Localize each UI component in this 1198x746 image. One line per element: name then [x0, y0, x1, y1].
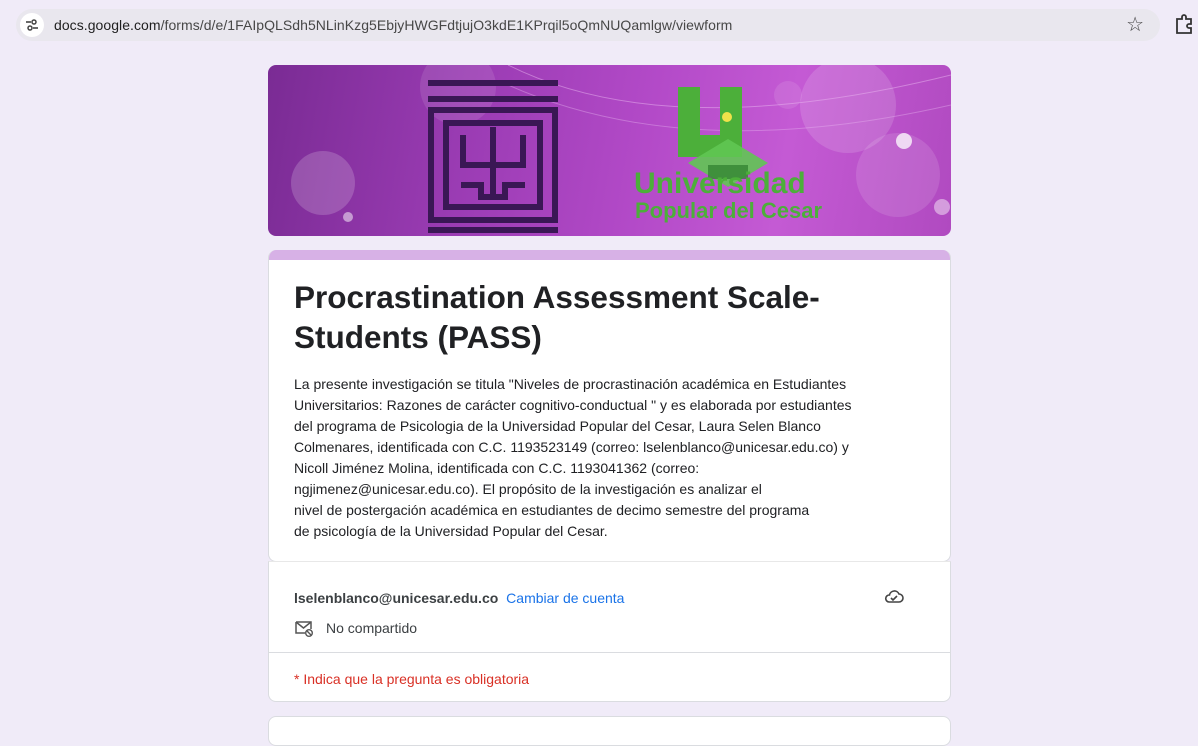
share-status-text: No compartido: [326, 620, 418, 636]
next-question-card: [268, 716, 951, 746]
share-status: No compartido: [294, 619, 417, 637]
mail-not-shared-icon: [295, 621, 313, 637]
required-note: * Indica que la pregunta es obligatoria: [294, 671, 530, 687]
url-host: docs.google.com: [54, 17, 161, 33]
url-text: docs.google.com/forms/d/e/1FAIpQLSdh5NLi…: [54, 17, 732, 33]
title-card-accent: [269, 250, 950, 260]
form-header-image: Universidad Popular del Cesar: [268, 65, 951, 236]
site-settings-icon[interactable]: [20, 13, 44, 37]
form-description: La presente investigación se titula "Niv…: [294, 376, 852, 539]
logo-line2: Popular del Cesar: [635, 198, 823, 223]
url-path: /forms/d/e/1FAIpQLSdh5NLinKzg5EbjyHWGFdt…: [160, 17, 733, 33]
logo-line1: Universidad: [634, 167, 806, 200]
form-title-card: Procrastination Assessment Scale-Student…: [268, 250, 951, 562]
switch-account-link[interactable]: Cambiar de cuenta: [506, 590, 624, 606]
account-line: lselenblanco@unicesar.edu.co Cambiar de …: [294, 590, 624, 606]
bookmark-star-icon[interactable]: ☆: [1126, 14, 1144, 36]
account-email: lselenblanco@unicesar.edu.co: [294, 590, 499, 606]
extensions-icon[interactable]: [1173, 13, 1195, 37]
form-title: Procrastination Assessment Scale-Student…: [294, 279, 820, 355]
cloud-saved-icon: [884, 590, 904, 603]
browser-address-bar: docs.google.com/forms/d/e/1FAIpQLSdh5NLi…: [0, 0, 1198, 51]
divider: [269, 652, 950, 653]
account-section: lselenblanco@unicesar.edu.co Cambiar de …: [268, 561, 951, 702]
url-field[interactable]: docs.google.com/forms/d/e/1FAIpQLSdh5NLi…: [16, 9, 1160, 41]
